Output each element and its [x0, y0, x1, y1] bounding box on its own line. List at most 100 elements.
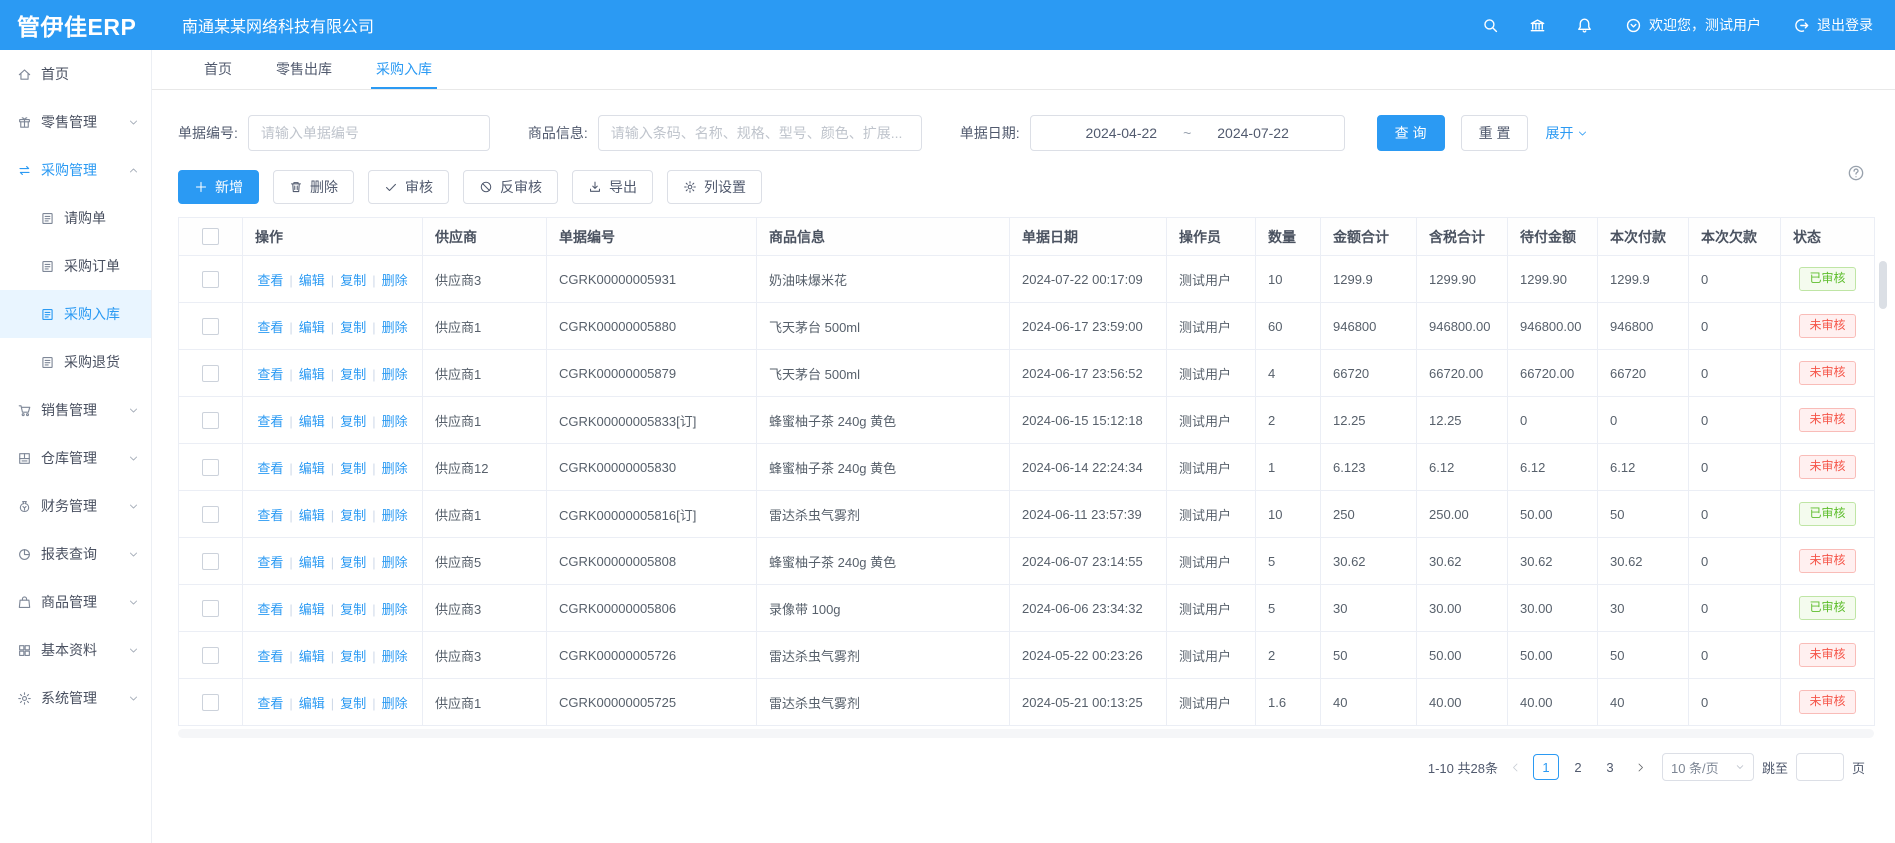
row-checkbox[interactable]	[202, 459, 219, 476]
view-link[interactable]: 查看	[257, 320, 283, 335]
tab-purchase-inbound[interactable]: 采购入库	[371, 50, 437, 89]
copy-link[interactable]: 复制	[340, 367, 366, 382]
delete-button[interactable]: 删除	[273, 170, 354, 204]
sidebar-item-purchase-inbound[interactable]: 采购入库	[0, 290, 151, 338]
delete-link[interactable]: 删除	[382, 555, 408, 570]
sidebar-item-sales-mgmt[interactable]: 销售管理	[0, 386, 151, 434]
view-link[interactable]: 查看	[257, 649, 283, 664]
date-range-picker[interactable]: 2024-04-22 ~ 2024-07-22	[1030, 115, 1345, 151]
view-link[interactable]: 查看	[257, 414, 283, 429]
qty-cell: 5	[1256, 585, 1321, 632]
delete-link[interactable]: 删除	[382, 367, 408, 382]
delete-link[interactable]: 删除	[382, 320, 408, 335]
edit-link[interactable]: 编辑	[299, 273, 325, 288]
export-button[interactable]: 导出	[572, 170, 653, 204]
sidebar-item-basic-data[interactable]: 基本资料	[0, 626, 151, 674]
edit-link[interactable]: 编辑	[299, 649, 325, 664]
sidebar-item-purchase-mgmt[interactable]: 采购管理	[0, 146, 151, 194]
row-checkbox[interactable]	[202, 365, 219, 382]
row-checkbox[interactable]	[202, 271, 219, 288]
table-scrollbar[interactable]	[1879, 261, 1887, 309]
row-checkbox[interactable]	[202, 694, 219, 711]
sidebar-item-purchase-order[interactable]: 采购订单	[0, 242, 151, 290]
copy-link[interactable]: 复制	[340, 649, 366, 664]
tab-home[interactable]: 首页	[199, 50, 237, 89]
copy-link[interactable]: 复制	[340, 508, 366, 523]
copy-link[interactable]: 复制	[340, 273, 366, 288]
delete-link[interactable]: 删除	[382, 461, 408, 476]
date-to-value[interactable]: 2024-07-22	[1217, 125, 1289, 141]
sidebar-item-request-order[interactable]: 请购单	[0, 194, 151, 242]
edit-link[interactable]: 编辑	[299, 696, 325, 711]
sidebar-item-report-query[interactable]: 报表查询	[0, 530, 151, 578]
status-badge: 未审核	[1799, 690, 1855, 714]
sidebar-item-finance-mgmt[interactable]: 财务管理	[0, 482, 151, 530]
date-from-value[interactable]: 2024-04-22	[1085, 125, 1157, 141]
welcome-user[interactable]: 欢迎您，测试用户	[1625, 15, 1761, 35]
view-link[interactable]: 查看	[257, 602, 283, 617]
logout-button[interactable]: 退出登录	[1793, 15, 1873, 35]
page-button[interactable]: 2	[1565, 754, 1591, 780]
copy-link[interactable]: 复制	[340, 461, 366, 476]
delete-link[interactable]: 删除	[382, 696, 408, 711]
question-circle-icon[interactable]	[1847, 164, 1865, 182]
sidebar-item-warehouse-mgmt[interactable]: 仓库管理	[0, 434, 151, 482]
select-all-checkbox[interactable]	[202, 228, 219, 245]
chevron-right-icon[interactable]	[1631, 762, 1650, 773]
view-link[interactable]: 查看	[257, 461, 283, 476]
bank-icon[interactable]	[1529, 17, 1546, 34]
unaudit-button[interactable]: 反审核	[463, 170, 558, 204]
sidebar-item-system-mgmt[interactable]: 系统管理	[0, 674, 151, 722]
delete-link[interactable]: 删除	[382, 649, 408, 664]
column-settings-button[interactable]: 列设置	[667, 170, 762, 204]
jump-page-input[interactable]	[1796, 753, 1844, 781]
expand-link[interactable]: 展开	[1545, 123, 1588, 143]
view-link[interactable]: 查看	[257, 508, 283, 523]
page-button[interactable]: 1	[1533, 754, 1559, 780]
edit-link[interactable]: 编辑	[299, 461, 325, 476]
copy-link[interactable]: 复制	[340, 696, 366, 711]
view-link[interactable]: 查看	[257, 696, 283, 711]
sidebar-item-purchase-return[interactable]: 采购退货	[0, 338, 151, 386]
page-size-select[interactable]: 10 条/页	[1662, 753, 1754, 781]
search-icon[interactable]	[1482, 17, 1499, 34]
copy-link[interactable]: 复制	[340, 555, 366, 570]
edit-link[interactable]: 编辑	[299, 367, 325, 382]
edit-link[interactable]: 编辑	[299, 320, 325, 335]
add-button[interactable]: 新增	[178, 170, 259, 204]
row-checkbox[interactable]	[202, 318, 219, 335]
sidebar-item-home[interactable]: 首页	[0, 50, 151, 98]
edit-link[interactable]: 编辑	[299, 555, 325, 570]
copy-link[interactable]: 复制	[340, 320, 366, 335]
tab-retail-outbound[interactable]: 零售出库	[271, 50, 337, 89]
edit-link[interactable]: 编辑	[299, 414, 325, 429]
view-link[interactable]: 查看	[257, 273, 283, 288]
view-link[interactable]: 查看	[257, 555, 283, 570]
search-button[interactable]: 查 询	[1377, 115, 1445, 151]
reset-button[interactable]: 重 置	[1461, 115, 1529, 151]
bell-icon[interactable]	[1576, 17, 1593, 34]
product-info-input[interactable]	[598, 115, 922, 151]
row-checkbox[interactable]	[202, 412, 219, 429]
row-checkbox[interactable]	[202, 553, 219, 570]
delete-link[interactable]: 删除	[382, 602, 408, 617]
delete-link[interactable]: 删除	[382, 414, 408, 429]
edit-link[interactable]: 编辑	[299, 602, 325, 617]
page-button[interactable]: 3	[1597, 754, 1623, 780]
row-checkbox[interactable]	[202, 600, 219, 617]
copy-link[interactable]: 复制	[340, 414, 366, 429]
delete-link[interactable]: 删除	[382, 273, 408, 288]
chevron-left-icon[interactable]	[1506, 762, 1525, 773]
sidebar-item-goods-mgmt[interactable]: 商品管理	[0, 578, 151, 626]
order-no-input[interactable]	[248, 115, 490, 151]
delete-link[interactable]: 删除	[382, 508, 408, 523]
row-checkbox[interactable]	[202, 647, 219, 664]
row-checkbox[interactable]	[202, 506, 219, 523]
table-horizontal-scrollbar[interactable]	[178, 729, 1874, 738]
finance-icon	[17, 499, 32, 514]
view-link[interactable]: 查看	[257, 367, 283, 382]
audit-button[interactable]: 审核	[368, 170, 449, 204]
sidebar-item-retail-mgmt[interactable]: 零售管理	[0, 98, 151, 146]
edit-link[interactable]: 编辑	[299, 508, 325, 523]
copy-link[interactable]: 复制	[340, 602, 366, 617]
